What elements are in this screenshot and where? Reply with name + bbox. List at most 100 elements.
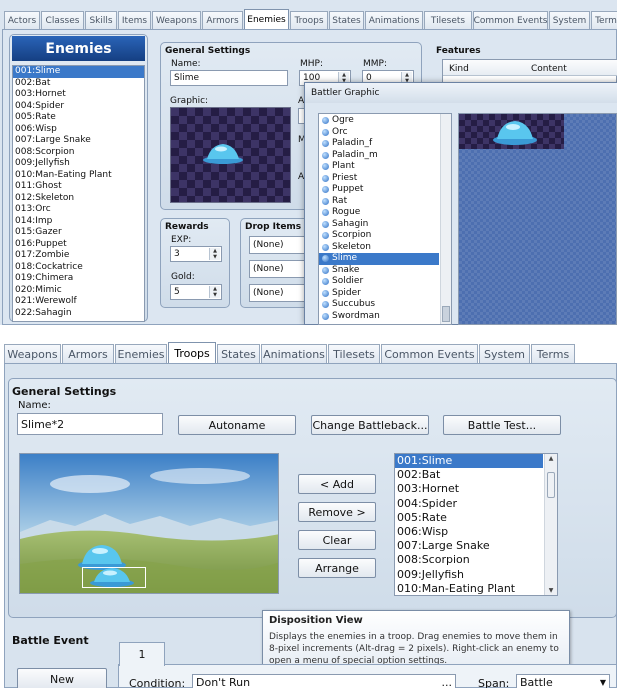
list-item[interactable]: Paladin_f: [319, 138, 439, 150]
list-item[interactable]: Plant: [319, 161, 439, 173]
list-item[interactable]: 015:Gazer: [13, 227, 144, 239]
condition-ellipsis-button[interactable]: ...: [442, 676, 453, 688]
graphic-preview[interactable]: [170, 107, 291, 203]
troop-list-scrollbar[interactable]: ▲ ▼: [544, 454, 557, 595]
spin-down-icon[interactable]: ▼: [210, 254, 220, 260]
tab-weapons[interactable]: Weapons: [152, 11, 201, 29]
list-item[interactable]: 002:Bat: [13, 78, 144, 90]
condition-field[interactable]: Don't Run...: [192, 674, 456, 688]
tab-armors[interactable]: Armors: [202, 11, 243, 29]
autoname-button[interactable]: Autoname: [178, 415, 296, 435]
list-item[interactable]: 001:Slime: [395, 454, 543, 469]
tab-items[interactable]: Items: [118, 11, 151, 29]
list-item[interactable]: 005:Rate: [395, 511, 543, 525]
span-select[interactable]: Battle ▼: [516, 674, 610, 688]
list-item[interactable]: 013:Orc: [13, 204, 144, 216]
tab-skills[interactable]: Skills: [85, 11, 117, 29]
list-item[interactable]: 012:Skeleton: [13, 193, 144, 205]
drop-item-1[interactable]: (None): [249, 236, 311, 254]
list-item[interactable]: 008:Scorpion: [395, 553, 543, 567]
list-item[interactable]: 017:Zombie: [13, 250, 144, 262]
tab-animations[interactable]: Animations: [261, 344, 327, 363]
tab-actors[interactable]: Actors: [4, 11, 40, 29]
list-item[interactable]: Slime: [319, 253, 439, 265]
list-item[interactable]: 007:Large Snake: [395, 539, 543, 553]
battler-preview-tile[interactable]: [459, 114, 564, 149]
list-item[interactable]: 010:Man-Eating Plant: [395, 582, 543, 595]
list-item[interactable]: Ogre: [319, 115, 439, 127]
list-item[interactable]: Scorpion: [319, 230, 439, 242]
list-item[interactable]: 001:Slime: [13, 66, 144, 78]
list-item[interactable]: 019:Chimera: [13, 273, 144, 285]
troop-enemy-slime-2[interactable]: [88, 566, 136, 588]
tab-weapons[interactable]: Weapons: [4, 344, 61, 363]
new-page-button[interactable]: New: [17, 668, 107, 688]
add-button[interactable]: < Add: [298, 474, 376, 494]
list-item[interactable]: 014:Imp: [13, 216, 144, 228]
disposition-view[interactable]: [19, 453, 279, 594]
list-item[interactable]: Soldier: [319, 276, 439, 288]
tab-enemies[interactable]: Enemies: [244, 9, 289, 29]
list-item[interactable]: 004:Spider: [13, 101, 144, 113]
tab-tilesets[interactable]: Tilesets: [424, 11, 472, 29]
tab-system[interactable]: System: [549, 11, 590, 29]
change-battleback-button[interactable]: Change Battleback...: [311, 415, 429, 435]
scroll-up-icon[interactable]: ▲: [545, 455, 557, 462]
clear-button[interactable]: Clear: [298, 530, 376, 550]
list-item[interactable]: 002:Bat: [395, 468, 543, 482]
list-item[interactable]: 021:Werewolf: [13, 296, 144, 308]
list-item[interactable]: 003:Hornet: [13, 89, 144, 101]
list-item[interactable]: 010:Man-Eating Plant: [13, 170, 144, 182]
scroll-thumb[interactable]: [442, 306, 450, 322]
list-item[interactable]: Skeleton: [319, 242, 439, 254]
gold-spinner[interactable]: ▲ ▼: [209, 286, 220, 298]
tab-enemies[interactable]: Enemies: [115, 344, 167, 363]
list-item[interactable]: Spider: [319, 288, 439, 300]
arrange-button[interactable]: Arrange: [298, 558, 376, 578]
list-item[interactable]: Orc: [319, 127, 439, 139]
tab-classes[interactable]: Classes: [41, 11, 84, 29]
tab-states[interactable]: States: [329, 11, 364, 29]
list-item[interactable]: 011:Ghost: [13, 181, 144, 193]
troop-name-field[interactable]: Slime*2: [17, 413, 163, 435]
exp-spinner[interactable]: ▲ ▼: [209, 248, 220, 260]
tab-animations[interactable]: Animations: [365, 11, 423, 29]
list-item[interactable]: Sahagin: [319, 219, 439, 231]
exp-field[interactable]: 3 ▲ ▼: [170, 246, 222, 262]
list-item[interactable]: 007:Large Snake: [13, 135, 144, 147]
list-item[interactable]: Rogue: [319, 207, 439, 219]
list-item[interactable]: 003:Hornet: [395, 482, 543, 496]
list-item[interactable]: 004:Spider: [395, 497, 543, 511]
troop-enemy-list[interactable]: 001:Slime 002:Bat 003:Hornet 004:Spider 005:…: [394, 453, 558, 596]
drop-item-3[interactable]: (None): [249, 284, 311, 302]
list-item[interactable]: 009:Jellyfish: [395, 568, 543, 582]
list-item[interactable]: Puppet: [319, 184, 439, 196]
list-item[interactable]: Paladin_m: [319, 150, 439, 162]
list-item[interactable]: 008:Scorpion: [13, 147, 144, 159]
list-item[interactable]: 006:Wisp: [395, 525, 543, 539]
list-item[interactable]: Succubus: [319, 299, 439, 311]
list-item[interactable]: Rat: [319, 196, 439, 208]
battler-list-scrollbar[interactable]: [440, 114, 451, 324]
list-item[interactable]: 020:Mimic: [13, 285, 144, 297]
tab-common-events[interactable]: Common Events: [473, 11, 548, 29]
list-item[interactable]: Priest: [319, 173, 439, 185]
list-item[interactable]: 009:Jellyfish: [13, 158, 144, 170]
spin-down-icon[interactable]: ▼: [210, 292, 220, 298]
list-item[interactable]: Swordman: [319, 311, 439, 323]
battler-file-list[interactable]: Ogre Orc Paladin_f Paladin_m Plant Priest Pupp…: [318, 113, 452, 325]
enemy-list[interactable]: 001:Slime 002:Bat 003:Hornet 004:Spider 005:…: [12, 65, 145, 322]
list-item[interactable]: 005:Rate: [13, 112, 144, 124]
chevron-down-icon[interactable]: ▼: [600, 678, 606, 687]
tab-terms[interactable]: Terms: [531, 344, 575, 363]
remove-button[interactable]: Remove >: [298, 502, 376, 522]
event-page-tab[interactable]: 1: [119, 642, 165, 666]
list-item[interactable]: 018:Cockatrice: [13, 262, 144, 274]
battle-test-button[interactable]: Battle Test...: [443, 415, 561, 435]
tab-tilesets[interactable]: Tilesets: [328, 344, 380, 363]
list-item[interactable]: 006:Wisp: [13, 124, 144, 136]
gold-field[interactable]: 5 ▲ ▼: [170, 284, 222, 300]
list-item[interactable]: Snake: [319, 265, 439, 277]
tab-troops[interactable]: Troops: [168, 342, 216, 363]
tab-common-events[interactable]: Common Events: [381, 344, 478, 363]
